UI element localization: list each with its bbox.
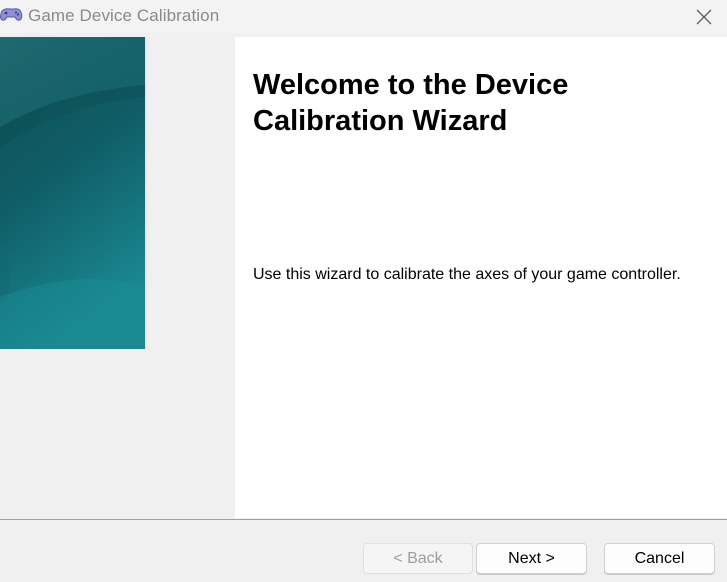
wizard-footer: < Back Next > Cancel — [0, 520, 727, 582]
cancel-button[interactable]: Cancel — [604, 543, 715, 574]
window-title: Game Device Calibration — [28, 6, 220, 25]
wizard-banner-image — [0, 37, 145, 349]
gamepad-icon — [0, 6, 24, 24]
next-button[interactable]: Next > — [476, 543, 587, 574]
wizard-heading: Welcome to the Device Calibration Wizard — [253, 69, 569, 137]
close-button[interactable] — [681, 0, 727, 33]
wizard-content-panel: Welcome to the Device Calibration Wizard… — [235, 37, 727, 518]
banner-edge — [145, 37, 148, 349]
wizard-description: Use this wizard to calibrate the axes of… — [253, 266, 681, 283]
calibration-window: Game Device Calibration Welcome to the D… — [0, 0, 727, 582]
back-button[interactable]: < Back — [363, 543, 473, 574]
close-icon — [696, 9, 712, 24]
title-bar: Game Device Calibration — [0, 0, 727, 33]
